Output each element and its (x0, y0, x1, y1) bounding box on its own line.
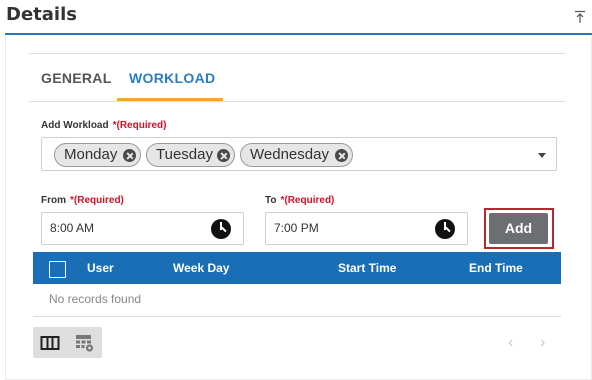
to-time-input[interactable]: 7:00 PM (265, 212, 468, 245)
panel-header: Details (0, 0, 592, 34)
column-header-end-time[interactable]: End Time (469, 261, 523, 275)
collapse-up-icon[interactable] (574, 10, 586, 24)
chip-monday: Monday (54, 143, 141, 167)
from-time-input[interactable]: 8:00 AM (41, 212, 244, 245)
remove-chip-icon[interactable] (335, 149, 348, 162)
pager-prev-button[interactable]: ‹ (508, 334, 513, 352)
remove-chip-icon[interactable] (123, 149, 136, 162)
required-marker: *(Required) (70, 195, 124, 206)
header-divider (5, 33, 592, 35)
grid-settings-icon[interactable] (75, 333, 95, 353)
grid-toolbar (33, 327, 102, 358)
column-header-week-day[interactable]: Week Day (173, 261, 229, 275)
required-marker: *(Required) (280, 195, 335, 206)
to-label-text: To (265, 195, 277, 206)
column-header-start-time[interactable]: Start Time (338, 261, 396, 275)
column-header-user[interactable]: User (87, 261, 114, 275)
remove-chip-icon[interactable] (217, 149, 230, 162)
clock-icon[interactable] (211, 219, 231, 239)
chip-label: Monday (64, 146, 118, 163)
tabs-top-divider (29, 53, 565, 54)
add-workload-label: Add Workload *(Required) (41, 120, 167, 131)
chip-wednesday: Wednesday (240, 143, 353, 167)
workload-multiselect[interactable]: Monday Tuesday Wednesday (41, 137, 557, 171)
from-label-text: From (41, 195, 66, 206)
tabs-bottom-divider (29, 101, 565, 102)
add-button[interactable]: Add (489, 213, 548, 244)
required-marker: *(Required) (112, 120, 167, 131)
from-label: From *(Required) (41, 195, 124, 206)
add-workload-label-text: Add Workload (41, 120, 109, 131)
to-time-value: 7:00 PM (274, 221, 319, 235)
to-label: To *(Required) (265, 195, 334, 206)
from-time-value: 8:00 AM (50, 221, 95, 235)
grid-divider (33, 316, 561, 317)
grid-header: User Week Day Start Time End Time (33, 252, 561, 284)
chip-label: Wednesday (250, 146, 329, 163)
chip-tuesday: Tuesday (146, 143, 235, 167)
columns-icon[interactable] (40, 333, 60, 353)
page-title: Details (6, 4, 77, 25)
tab-general[interactable]: GENERAL (41, 70, 112, 86)
chip-label: Tuesday (156, 146, 213, 163)
chevron-down-icon[interactable] (538, 153, 546, 158)
tab-workload[interactable]: WORKLOAD (129, 70, 215, 86)
empty-grid-message: No records found (49, 292, 142, 306)
pager-next-button[interactable]: › (540, 334, 545, 352)
clock-icon[interactable] (435, 219, 455, 239)
select-all-checkbox[interactable] (49, 261, 66, 278)
